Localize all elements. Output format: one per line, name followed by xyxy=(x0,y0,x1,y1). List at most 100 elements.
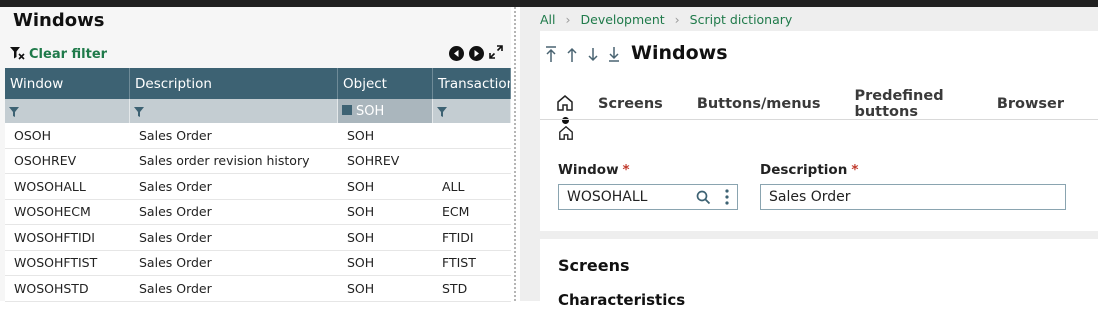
cell-description: Sales Order xyxy=(139,178,212,194)
cell-window: OSOHREV xyxy=(14,153,77,169)
cell-window: WOSOHFTIDI xyxy=(14,229,95,245)
cell-object: SOH xyxy=(347,280,375,296)
cell-window: WOSOHECM xyxy=(14,204,91,220)
cell-description: Sales Order xyxy=(139,255,212,271)
tab-home[interactable] xyxy=(556,94,574,124)
next-record-icon[interactable] xyxy=(586,45,600,67)
cell-description: Sales Order xyxy=(139,204,212,220)
cell-object: SOH xyxy=(347,178,375,194)
expand-icon[interactable] xyxy=(489,44,503,63)
tab-predefined-buttons[interactable]: Predefined buttons xyxy=(854,88,962,120)
clear-filter-icon xyxy=(9,45,25,64)
cell-object: SOH xyxy=(347,204,375,220)
column-header-window[interactable]: Window xyxy=(5,68,130,99)
cell-description: Sales Order xyxy=(139,127,212,143)
cell-transaction: FTIST xyxy=(442,255,476,271)
tab-screens[interactable]: Screens xyxy=(598,96,663,112)
cell-transaction: STD xyxy=(442,280,468,296)
filter-icon xyxy=(437,102,447,121)
column-header-description[interactable]: Description xyxy=(130,68,338,99)
filter-icon xyxy=(134,102,144,121)
filter-transaction[interactable] xyxy=(433,99,511,123)
table-row[interactable]: WOSOHFTIDI Sales Order SOH FTIDI xyxy=(5,225,511,251)
screens-section: Screens Characteristics xyxy=(540,239,1098,309)
window-field[interactable]: WOSOHALL xyxy=(558,184,738,210)
home-icon[interactable] xyxy=(558,125,574,145)
breadcrumb-script-dictionary[interactable]: Script dictionary xyxy=(690,12,793,27)
filter-object[interactable]: SOH xyxy=(338,99,433,123)
cell-window: WOSOHSTD xyxy=(14,280,89,296)
column-header-object[interactable]: Object xyxy=(338,68,433,99)
tab-browser[interactable]: Browser xyxy=(997,96,1064,112)
window-field-label: Window * xyxy=(558,162,630,178)
cell-object: SOH xyxy=(347,127,375,143)
record-navigation xyxy=(544,45,621,67)
panel-title: Windows xyxy=(13,10,105,31)
table-row[interactable]: WOSOHFTIST Sales Order SOH FTIST xyxy=(5,250,511,276)
top-bar xyxy=(0,0,1098,7)
filter-description[interactable] xyxy=(130,99,338,123)
section-tabs: Screens Buttons/menus Predefined buttons… xyxy=(556,88,1098,124)
table-row[interactable]: OSOH Sales Order SOH xyxy=(5,123,511,149)
grid-filter-row: SOH xyxy=(5,99,511,123)
panel-splitter[interactable] xyxy=(514,7,516,301)
grid-header: Window Description Object Transaction xyxy=(5,68,511,99)
breadcrumb: All › Development › Script dictionary xyxy=(540,12,792,27)
cell-transaction xyxy=(433,149,511,174)
breadcrumb-all[interactable]: All xyxy=(540,12,556,27)
breadcrumb-development[interactable]: Development xyxy=(581,12,665,27)
table-row[interactable]: WOSOHSTD Sales Order SOH STD xyxy=(5,276,511,302)
cell-object: SOH xyxy=(347,255,375,271)
cell-transaction xyxy=(433,123,511,148)
search-icon[interactable] xyxy=(696,190,711,209)
description-label-text: Description xyxy=(760,162,848,178)
filter-icon xyxy=(9,102,19,121)
filter-object-value: SOH xyxy=(356,103,385,119)
tab-buttons-menus[interactable]: Buttons/menus xyxy=(697,96,821,112)
detail-panel: All › Development › Script dictionary Wi… xyxy=(520,7,1098,309)
last-record-icon[interactable] xyxy=(607,45,621,67)
more-options-icon[interactable] xyxy=(725,189,729,209)
window-label-text: Window xyxy=(558,162,619,178)
table-row[interactable]: WOSOHALL Sales Order SOH ALL xyxy=(5,174,511,200)
description-field-value: Sales Order xyxy=(769,189,851,205)
list-navigation xyxy=(449,44,503,63)
cell-description: Sales Order xyxy=(139,280,212,296)
clear-filter-label: Clear filter xyxy=(29,47,108,62)
required-marker: * xyxy=(622,162,630,178)
table-row[interactable]: WOSOHECM Sales Order SOH ECM xyxy=(5,199,511,225)
description-field[interactable]: Sales Order xyxy=(760,184,1066,210)
first-record-icon[interactable] xyxy=(544,45,558,67)
tab-divider xyxy=(540,119,1098,120)
previous-record-icon[interactable] xyxy=(565,45,579,67)
cell-object: SOH xyxy=(347,229,375,245)
cell-window: OSOH xyxy=(14,127,52,143)
cell-object: SOHREV xyxy=(347,153,400,169)
page-title: Windows xyxy=(631,42,728,64)
chevron-right-icon: › xyxy=(674,12,680,27)
section-subtitle: Characteristics xyxy=(558,291,686,309)
clear-filter-button[interactable]: Clear filter xyxy=(9,45,107,64)
filter-window[interactable] xyxy=(5,99,130,123)
column-header-transaction[interactable]: Transaction xyxy=(433,68,511,99)
cell-description: Sales Order xyxy=(139,229,212,245)
required-marker: * xyxy=(851,162,859,178)
cell-description: Sales order revision history xyxy=(139,153,310,169)
table-row[interactable]: OSOHREV Sales order revision history SOH… xyxy=(5,148,511,174)
cell-window: WOSOHFTIST xyxy=(14,255,98,271)
record-header-card: Windows Screens Buttons/menus Predefined… xyxy=(540,31,1098,231)
windows-list-panel: Windows Clear filter Window Description … xyxy=(0,7,511,302)
section-title: Screens xyxy=(558,256,630,275)
chevron-right-icon: › xyxy=(565,12,571,27)
cell-window: WOSOHALL xyxy=(14,178,86,194)
cell-transaction: ALL xyxy=(442,178,465,194)
previous-icon[interactable] xyxy=(449,46,464,61)
description-field-label: Description * xyxy=(760,162,858,178)
window-field-value: WOSOHALL xyxy=(567,189,648,205)
windows-grid: Window Description Object Transaction SO… xyxy=(5,68,511,302)
next-icon[interactable] xyxy=(469,46,484,61)
filter-equals-icon xyxy=(342,104,352,119)
cell-transaction: FTIDI xyxy=(442,229,474,245)
cell-transaction: ECM xyxy=(442,204,470,220)
home-icon xyxy=(556,95,574,116)
